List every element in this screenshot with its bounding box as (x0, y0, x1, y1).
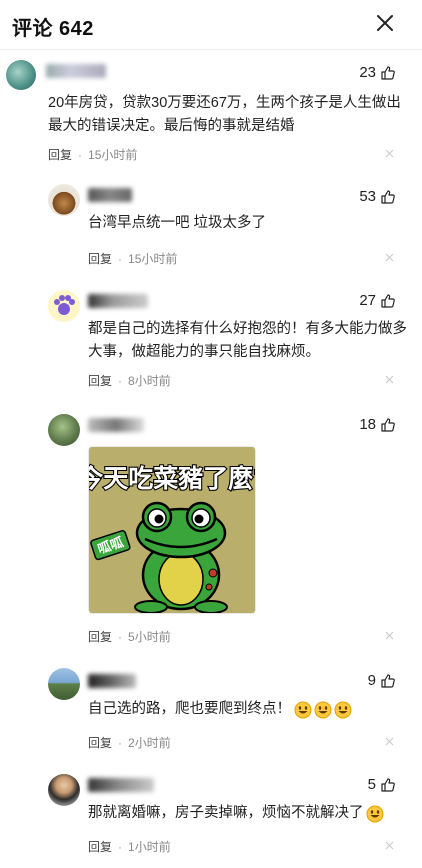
timestamp: 8小时前 (128, 374, 171, 388)
timestamp: 15小时前 (128, 252, 178, 266)
comment-meta: 回复 · 15小时前 (88, 250, 177, 267)
comment-meta: 回复 · 8小时前 (88, 372, 171, 389)
avatar[interactable] (6, 60, 36, 90)
comment-meta: 回复 · 1小时前 (88, 838, 171, 855)
cat-paw-icon (54, 295, 75, 315)
sticker-title: 今天吃菜豬了麼? (89, 464, 256, 493)
like-count: 27 (359, 292, 376, 309)
grinning-emoji-icon (314, 701, 332, 718)
avatar[interactable] (48, 184, 80, 216)
avatar[interactable] (48, 668, 80, 700)
frog-sticker-image[interactable]: 今天吃菜豬了麼? 呱呱 (88, 446, 256, 614)
thumbs-up-icon (381, 417, 395, 432)
thumbs-up-icon (381, 293, 395, 308)
comment-meta: 回复 · 15小时前 (48, 146, 137, 163)
dismiss-icon[interactable] (385, 631, 394, 640)
comment-meta: 回复 · 2小时前 (88, 734, 171, 751)
thumbs-up-icon (381, 673, 395, 688)
grinning-emoji-icon (366, 805, 383, 822)
reply-button[interactable]: 回复 (88, 250, 112, 267)
like-button[interactable]: 18 (359, 416, 396, 433)
like-count: 53 (359, 188, 376, 205)
dismiss-icon[interactable] (385, 253, 394, 262)
comment-text: 20年房贷，贷款30万要还67万，生两个孩子是人生做出 最大的错误决定。最后悔的… (48, 95, 401, 134)
avatar[interactable] (48, 774, 80, 806)
comment-meta: 回复 · 5小时前 (88, 628, 171, 645)
timestamp: 5小时前 (128, 630, 171, 644)
thumbs-up-icon (381, 777, 395, 792)
dismiss-icon[interactable] (385, 375, 394, 384)
comment-text: 那就离婚嘛，房子卖掉嘛，烦恼不就解决了 (88, 802, 384, 825)
separator-dot: · (118, 373, 123, 388)
like-button[interactable]: 5 (368, 776, 396, 793)
dismiss-icon[interactable] (385, 841, 394, 850)
frog-sticker-drawing: 今天吃菜豬了麼? 呱呱 (89, 447, 256, 613)
timestamp: 15小时前 (88, 148, 138, 162)
dismiss-icon[interactable] (385, 737, 394, 746)
timestamp: 1小时前 (128, 840, 171, 854)
username-blurred[interactable] (88, 778, 154, 792)
like-button[interactable]: 53 (359, 188, 396, 205)
like-count: 9 (367, 672, 376, 689)
username-blurred[interactable] (88, 188, 132, 202)
reply-button[interactable]: 回复 (88, 734, 112, 751)
reply-button[interactable]: 回复 (88, 838, 112, 855)
username-blurred[interactable] (88, 418, 144, 432)
reply-button[interactable]: 回复 (88, 628, 112, 645)
separator-dot: · (118, 839, 123, 854)
grinning-emoji-icon (334, 701, 352, 718)
grinning-emoji-icon (294, 701, 312, 718)
comments-title: 评论 642 (12, 18, 94, 40)
comment-text: 自己选的路，爬也要爬到终点！ (88, 698, 352, 721)
thumbs-up-icon (381, 189, 395, 204)
separator-dot: · (118, 735, 123, 750)
comment-text: 都是自己的选择有什么好抱怨的！有多大能力做多 大事，做超能力的事只能自找麻烦。 (88, 321, 407, 360)
timestamp: 2小时前 (128, 736, 171, 750)
username-blurred[interactable] (88, 294, 148, 308)
username-blurred[interactable] (88, 674, 136, 688)
like-count: 23 (359, 64, 376, 81)
thumbs-up-icon (381, 65, 395, 80)
close-icon[interactable] (374, 12, 396, 34)
reply-button[interactable]: 回复 (48, 146, 72, 163)
avatar[interactable] (48, 414, 80, 446)
comments-header: 评论 642 (0, 0, 422, 50)
like-button[interactable]: 27 (359, 292, 396, 309)
like-button[interactable]: 23 (359, 64, 396, 81)
separator-dot: · (118, 251, 123, 266)
reply-button[interactable]: 回复 (88, 372, 112, 389)
comment-text: 台湾早点统一吧 垃圾太多了 (88, 215, 267, 231)
like-button[interactable]: 9 (368, 672, 396, 689)
separator-dot: · (118, 629, 123, 644)
avatar[interactable] (48, 290, 80, 322)
like-count: 18 (359, 416, 376, 433)
like-count: 5 (367, 776, 376, 793)
dismiss-icon[interactable] (385, 149, 394, 158)
separator-dot: · (78, 147, 83, 162)
username-blurred[interactable] (46, 64, 106, 78)
